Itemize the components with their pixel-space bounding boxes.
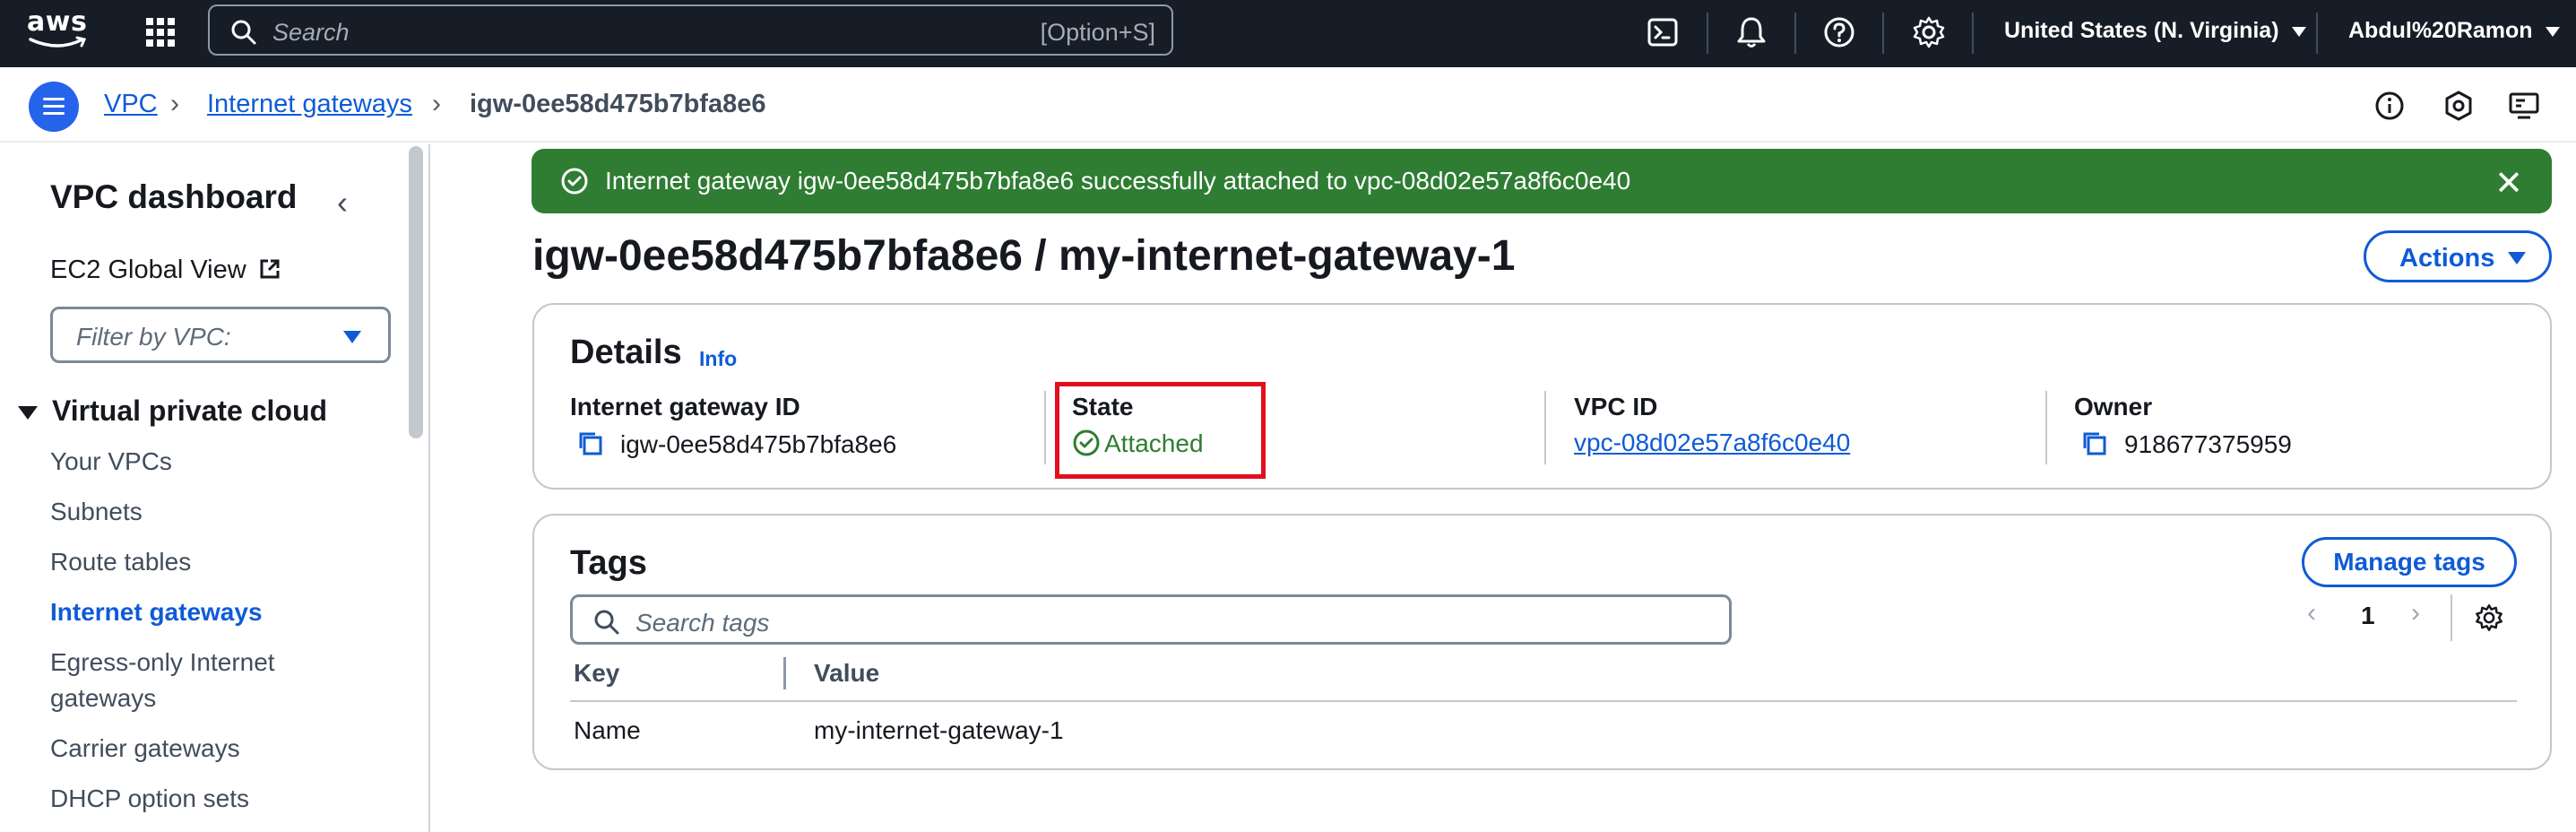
search-placeholder: Search <box>272 19 350 46</box>
previous-page-icon[interactable]: ‹ <box>2307 598 2316 628</box>
caret-down-icon <box>2545 26 2560 37</box>
aws-smile-icon <box>29 36 87 48</box>
sidebar-scrollbar[interactable] <box>409 146 423 438</box>
external-link-icon <box>260 259 280 279</box>
aws-logo-text: aws <box>27 6 88 38</box>
tags-search-placeholder: Search tags <box>635 609 770 637</box>
help-icon[interactable] <box>1821 14 1857 50</box>
copy-icon[interactable] <box>575 429 606 459</box>
page-number[interactable]: 1 <box>2361 602 2375 630</box>
state-highlight-box <box>1055 382 1266 479</box>
bell-icon[interactable] <box>1733 14 1769 50</box>
column-header-value[interactable]: Value <box>814 659 879 688</box>
details-title: Details <box>570 334 682 371</box>
caret-down-icon <box>2291 26 2306 37</box>
breadcrumb-bar: VPC › Internet gateways › igw-0ee58d475b… <box>0 67 2576 143</box>
column-divider <box>1544 391 1546 464</box>
breadcrumb-vpc[interactable]: VPC <box>104 90 158 119</box>
search-shortcut: [Option+S] <box>1040 19 1155 46</box>
gear-icon[interactable] <box>1911 14 1947 50</box>
chevron-right-icon: › <box>170 89 179 118</box>
aws-logo[interactable]: aws <box>27 9 91 56</box>
side-menu-button[interactable] <box>29 82 79 132</box>
region-selector[interactable]: United States (N. Virginia) <box>2004 18 2306 44</box>
info-link[interactable]: Info <box>699 347 737 371</box>
nav-divider <box>1972 13 1974 54</box>
caret-down-icon <box>2508 252 2526 264</box>
tag-value-cell: my-internet-gateway-1 <box>814 716 1064 744</box>
breadcrumb-internet-gateways[interactable]: Internet gateways <box>207 90 412 119</box>
tags-search-input[interactable]: Search tags <box>570 594 1732 645</box>
sidebar: VPC dashboard ‹ EC2 Global View Filter b… <box>0 144 430 832</box>
column-divider <box>1044 391 1046 464</box>
info-icon[interactable] <box>2373 89 2407 123</box>
cloudshell-icon[interactable] <box>1646 14 1681 50</box>
sidebar-item-subnets[interactable]: Subnets <box>50 494 346 530</box>
check-circle-icon <box>561 168 588 195</box>
vpc-filter-select[interactable]: Filter by VPC: <box>50 307 391 363</box>
next-page-icon[interactable]: › <box>2411 598 2420 628</box>
top-navigation: aws Search [Option+S] United States (N. … <box>0 0 2576 67</box>
column-header-key[interactable]: Key <box>574 659 619 688</box>
tags-panel: Tags Manage tags Search tags ‹ 1 › Key V… <box>532 514 2552 770</box>
caret-down-icon <box>343 331 361 343</box>
page-title: igw-0ee58d475b7bfa8e6 / my-internet-gate… <box>532 232 1516 280</box>
column-divider <box>2045 391 2047 464</box>
global-search-input[interactable]: Search [Option+S] <box>208 4 1173 56</box>
sidebar-item-egress-only-internet-gateways[interactable]: Egress-only Internet gateways <box>50 645 346 716</box>
sidebar-section-virtual-private-cloud[interactable]: Virtual private cloud <box>18 394 327 428</box>
manage-tags-button[interactable]: Manage tags <box>2302 537 2517 587</box>
section-label: Virtual private cloud <box>52 394 328 427</box>
sidebar-item-label: EC2 Global View <box>50 256 246 284</box>
sidebar-item-your-vpcs[interactable]: Your VPCs <box>50 444 346 480</box>
sidebar-item-ec2-global-view[interactable]: EC2 Global View <box>50 256 282 285</box>
igw-id-text: igw-0ee58d475b7bfa8e6 <box>620 430 897 458</box>
nav-divider <box>1882 13 1884 54</box>
breadcrumb-current: igw-0ee58d475b7bfa8e6 <box>470 90 766 118</box>
sidebar-item-internet-gateways[interactable]: Internet gateways <box>50 594 346 630</box>
copy-icon[interactable] <box>2079 429 2110 459</box>
sidebar-title[interactable]: VPC dashboard <box>50 178 298 216</box>
nav-divider <box>1707 13 1708 54</box>
account-name: Abdul%20Ramon <box>2348 18 2533 43</box>
field-value-owner: 918677375959 <box>2079 429 2292 459</box>
actions-label: Actions <box>2399 244 2495 273</box>
region-label: United States (N. Virginia) <box>2004 18 2279 43</box>
vpc-filter-placeholder: Filter by VPC: <box>76 323 231 351</box>
collapse-sidebar-icon[interactable]: ‹ <box>337 184 348 221</box>
pager-divider <box>2451 594 2452 641</box>
sidebar-item-route-tables[interactable]: Route tables <box>50 544 346 580</box>
sidebar-item-carrier-gateways[interactable]: Carrier gateways <box>50 731 346 767</box>
grid-icon[interactable] <box>145 17 176 48</box>
chevron-right-icon: › <box>432 89 441 118</box>
success-flash: Internet gateway igw-0ee58d475b7bfa8e6 s… <box>532 149 2552 213</box>
tags-title: Tags <box>570 544 647 582</box>
gear-icon[interactable] <box>2474 602 2504 633</box>
account-menu[interactable]: Abdul%20Ramon <box>2348 18 2560 44</box>
nav-divider <box>2316 13 2318 54</box>
flash-message: Internet gateway igw-0ee58d475b7bfa8e6 s… <box>605 167 1631 195</box>
field-value-igw-id: igw-0ee58d475b7bfa8e6 <box>575 429 896 459</box>
field-label-vpc-id: VPC ID <box>1574 393 1658 420</box>
column-resizer[interactable] <box>783 657 786 689</box>
sidebar-item-dhcp-option-sets[interactable]: DHCP option sets <box>50 781 346 817</box>
details-panel: Details Info Internet gateway ID igw-0ee… <box>532 303 2552 490</box>
close-icon[interactable]: ✕ <box>2494 163 2523 204</box>
search-icon <box>594 610 619 635</box>
search-icon <box>231 20 256 45</box>
owner-text: 918677375959 <box>2124 430 2292 458</box>
field-label-igw-id: Internet gateway ID <box>570 393 800 420</box>
tag-key-cell: Name <box>574 716 641 744</box>
feedback-icon[interactable] <box>2442 89 2476 123</box>
caret-down-icon <box>18 406 38 420</box>
table-header-divider <box>570 700 2517 702</box>
field-label-owner: Owner <box>2074 393 2153 420</box>
actions-button[interactable]: Actions <box>2364 230 2552 282</box>
nav-divider <box>1794 13 1796 54</box>
vpc-id-link[interactable]: vpc-08d02e57a8f6c0e40 <box>1574 429 1850 457</box>
display-icon[interactable] <box>2507 89 2541 123</box>
